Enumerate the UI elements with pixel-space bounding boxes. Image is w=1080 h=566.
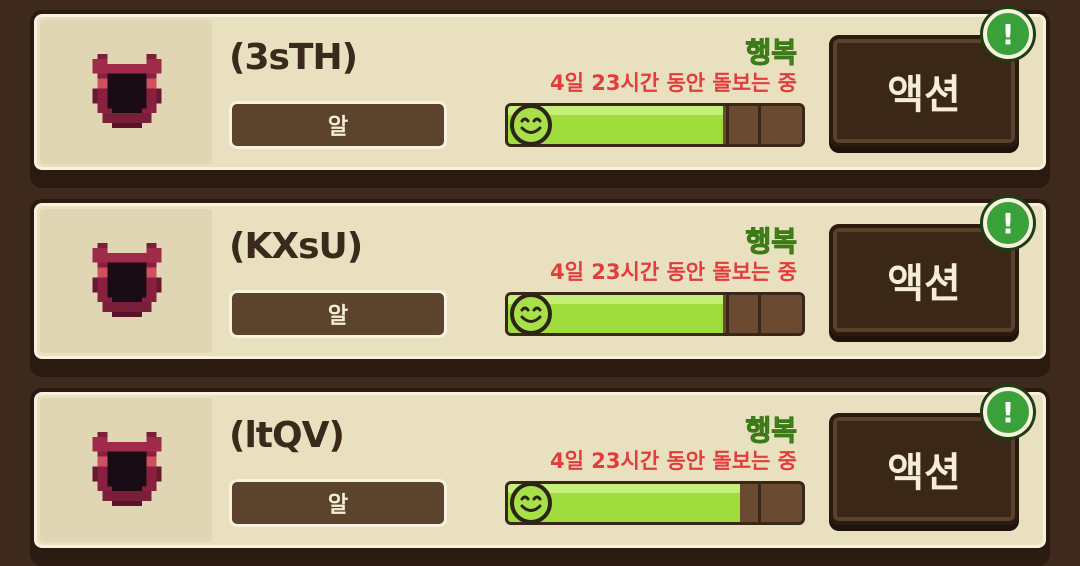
pet-portrait [40,20,212,164]
pet-mood: 행복 [745,36,798,70]
bar-segment-divider [758,484,761,522]
pet-card: (KXsU) 알 행복 4일 23시간 동안 돌보는 중 액션 ! [30,198,1050,377]
pet-card: (3sTH) 알 행복 4일 23시간 동안 돌보는 중 액션 ! [30,9,1050,188]
horned-demon-egg-icon [92,243,162,317]
pet-mood: 행복 [745,414,798,448]
pet-name: (ltQV) [229,415,345,456]
pet-name: (KXsU) [229,226,363,267]
pet-name: (3sTH) [229,37,358,78]
pet-card: (ltQV) 알 행복 4일 23시간 동안 돌보는 중 액션 ! [30,387,1050,566]
pet-mood: 행복 [745,225,798,259]
care-duration-text: 4일 23시간 동안 돌보는 중 [550,260,797,284]
happy-face-icon [510,482,552,524]
pet-stage-label: 알 [229,479,447,527]
bar-segment-divider [758,295,761,333]
horned-demon-egg-icon [92,54,162,128]
pet-portrait [40,209,212,353]
alert-badge-icon[interactable]: ! [983,9,1033,59]
alert-badge-icon[interactable]: ! [983,387,1033,437]
care-duration-text: 4일 23시간 동안 돌보는 중 [550,71,797,95]
happy-face-icon [510,104,552,146]
alert-badge-icon[interactable]: ! [983,198,1033,248]
pet-stage-label: 알 [229,290,447,338]
care-duration-text: 4일 23시간 동안 돌보는 중 [550,449,797,473]
bar-segment-divider [726,295,729,333]
pet-card-body: (3sTH) 알 행복 4일 23시간 동안 돌보는 중 액션 ! [30,9,1050,181]
pet-card-body: (ltQV) 알 행복 4일 23시간 동안 돌보는 중 액션 ! [30,387,1050,559]
bar-segment-divider [726,106,729,144]
pet-list: (3sTH) 알 행복 4일 23시간 동안 돌보는 중 액션 ! (KXsU)… [0,0,1080,566]
bar-segment-divider [758,106,761,144]
horned-demon-egg-icon [92,432,162,506]
pet-card-body: (KXsU) 알 행복 4일 23시간 동안 돌보는 중 액션 ! [30,198,1050,370]
pet-portrait [40,398,212,542]
pet-stage-label: 알 [229,101,447,149]
happy-face-icon [510,293,552,335]
